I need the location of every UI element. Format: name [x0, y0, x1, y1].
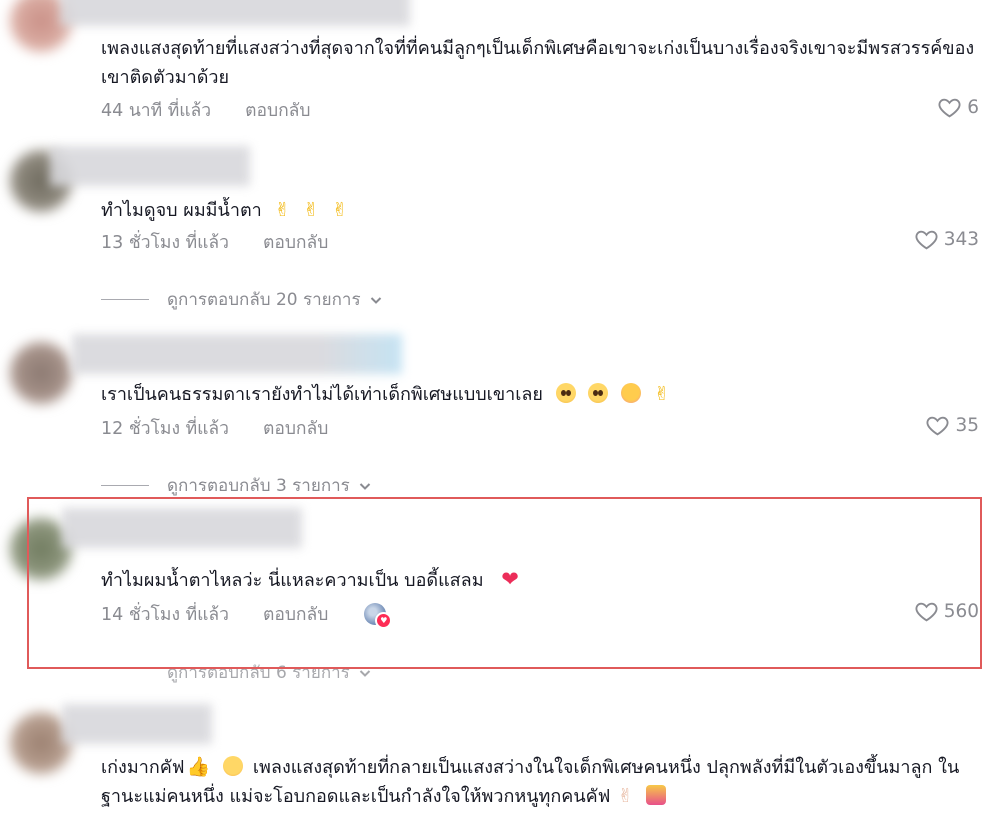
pleading-face-emoji	[588, 383, 609, 403]
chevron-down-icon	[359, 669, 371, 677]
smiling-face-emoji	[222, 756, 243, 776]
comment-text: ทำไมดูจบ ผมมีน้ำตา ✌ ✌ ✌	[101, 196, 981, 225]
comment-time: 14 ชั่วโมง ที่แล้ว	[101, 605, 229, 625]
smiling-face-with-hearts-emoji	[621, 383, 642, 403]
chevron-down-icon	[359, 482, 371, 490]
victory-hand-emoji: ✌	[653, 383, 670, 405]
comment-time: 44 นาที ที่แล้ว	[101, 101, 212, 121]
username-blurred	[62, 704, 212, 744]
comment-text: ทำไมผมน้ำตาไหลว่ะ นี่แหละความเป็น บอดี้แ…	[101, 565, 981, 595]
comment-text: เก่งมากคัฟ 👍 เพลงแสงสุดท้ายที่กลายเป็นแสง…	[101, 753, 981, 811]
heart-with-ribbon-emoji	[646, 785, 667, 805]
view-replies-button[interactable]: ดูการตอบกลับ 20 รายการ	[101, 286, 383, 313]
victory-hand-emoji: ✌	[274, 199, 291, 221]
victory-hand-emoji: ✌	[617, 785, 634, 807]
comment-text-body: ทำไมผมน้ำตาไหลว่ะ นี่แหละความเป็น บอดี้แ…	[101, 570, 484, 591]
username-blurred	[72, 334, 402, 374]
comment-meta: 14 ชั่วโมง ที่แล้ว ตอบกลับ ♥	[101, 600, 393, 629]
heart-outline-icon	[915, 602, 938, 622]
comment-text-body: เก่งมากคัฟ	[101, 757, 185, 778]
view-replies-button[interactable]: ดูการตอบกลับ 6 รายการ	[101, 659, 372, 686]
comment-meta: 12 ชั่วโมง ที่แล้ว ตอบกลับ	[101, 414, 328, 442]
victory-hand-emoji: ✌	[331, 199, 348, 221]
comment-meta: 44 นาที ที่แล้ว ตอบกลับ	[101, 96, 311, 124]
like-count: 35	[955, 415, 979, 436]
username-blurred	[62, 508, 302, 548]
reply-button[interactable]: ตอบกลับ	[245, 96, 310, 124]
like-button[interactable]: 6	[937, 95, 979, 120]
heart-icon: ♥	[375, 612, 393, 629]
like-button[interactable]: 560	[914, 599, 979, 624]
like-count: 6	[967, 97, 979, 118]
comment-text: เพลงแสงสุดท้ายที่แสงสว่างที่สุดจากใจที่ท…	[101, 38, 975, 88]
pleading-face-emoji	[555, 383, 576, 403]
creator-liked-badge: ♥	[364, 603, 393, 629]
divider	[101, 485, 149, 486]
comment-time: 13 ชั่วโมง ที่แล้ว	[101, 233, 229, 253]
username-blurred	[60, 0, 410, 26]
view-replies-label: ดูการตอบกลับ 6 รายการ	[167, 663, 350, 683]
avatar[interactable]	[10, 342, 72, 404]
like-count: 343	[943, 229, 979, 250]
heart-outline-icon	[938, 98, 961, 118]
victory-hand-emoji: ✌	[303, 199, 320, 221]
reply-button[interactable]: ตอบกลับ	[263, 600, 328, 628]
view-replies-label: ดูการตอบกลับ 20 รายการ	[167, 290, 361, 310]
view-replies-button[interactable]: ดูการตอบกลับ 3 รายการ	[101, 472, 372, 499]
view-replies-label: ดูการตอบกลับ 3 รายการ	[167, 476, 350, 496]
heart-outline-icon	[915, 230, 938, 250]
like-button[interactable]: 35	[925, 413, 979, 438]
username-blurred	[50, 146, 250, 186]
like-button[interactable]: 343	[914, 227, 979, 252]
reply-button[interactable]: ตอบกลับ	[263, 414, 328, 442]
heart-outline-icon	[926, 416, 949, 436]
comment-text-body: เราเป็นคนธรรมดาเรายังทำไม่ได้เท่าเด็กพิเ…	[101, 384, 543, 405]
comment-meta: 13 ชั่วโมง ที่แล้ว ตอบกลับ	[101, 228, 328, 256]
chevron-down-icon	[370, 296, 381, 304]
comment-time: 12 ชั่วโมง ที่แล้ว	[101, 419, 229, 439]
like-count: 560	[943, 601, 979, 622]
comment-text-body: ทำไมดูจบ ผมมีน้ำตา	[101, 200, 262, 221]
reply-button[interactable]: ตอบกลับ	[263, 228, 328, 256]
divider	[101, 299, 149, 300]
thumbs-up-emoji: 👍	[186, 756, 211, 778]
comment-text: เราเป็นคนธรรมดาเรายังทำไม่ได้เท่าเด็กพิเ…	[101, 380, 981, 409]
heart-emoji: ❤	[501, 567, 519, 591]
